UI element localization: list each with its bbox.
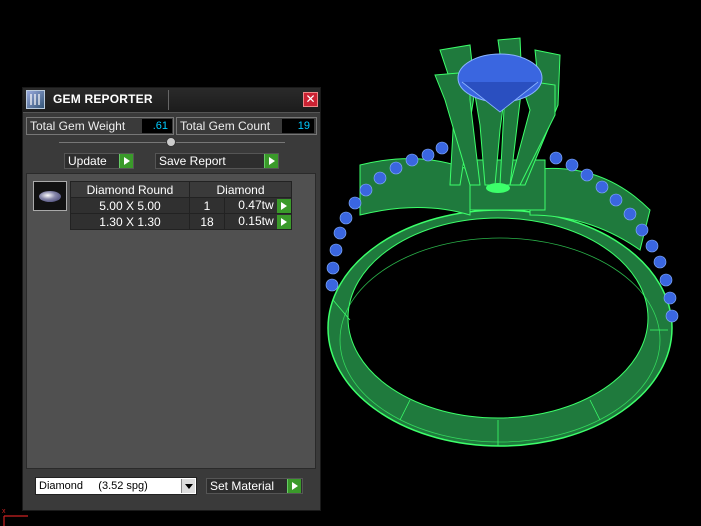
svg-text:x: x — [2, 508, 6, 515]
ring-model — [325, 37, 679, 447]
row-size: 5.00 X 5.00 — [70, 197, 190, 214]
row-size: 1.30 X 1.30 — [70, 213, 190, 230]
row-weight-value: 0.47tw — [238, 198, 274, 213]
arrow-right-icon[interactable] — [277, 214, 291, 229]
row-weight: 0.47tw — [224, 197, 292, 214]
table-header-row: Diamond Round Diamond — [70, 181, 292, 198]
save-report-button-label: Save Report — [159, 154, 226, 168]
header-material: Diamond — [189, 181, 292, 198]
material-select-value: Diamond (3.52 spg) — [39, 480, 148, 492]
table-row[interactable]: 5.00 X 5.00 1 0.47tw — [70, 197, 292, 214]
arrow-right-icon — [287, 479, 301, 493]
title-divider — [168, 90, 169, 110]
row-count: 18 — [189, 213, 225, 230]
gem-table: Diamond Round Diamond 5.00 X 5.00 1 0.47… — [70, 181, 292, 230]
gem-list[interactable]: Diamond Round Diamond 5.00 X 5.00 1 0.47… — [26, 173, 316, 469]
arrow-right-icon[interactable] — [277, 198, 291, 213]
dropdown-arrow-icon[interactable] — [181, 479, 195, 493]
arrow-right-icon — [264, 154, 278, 168]
gem-thumbnail[interactable] — [33, 181, 67, 211]
total-gem-weight: Total Gem Weight .61 — [26, 117, 174, 135]
window-title: GEM REPORTER — [53, 92, 153, 106]
slider-knob[interactable] — [166, 137, 176, 147]
update-button[interactable]: Update — [64, 153, 134, 169]
set-material-button[interactable]: Set Material — [206, 478, 303, 494]
diamond-round-icon — [39, 191, 61, 202]
arrow-right-icon — [119, 154, 133, 168]
save-report-button[interactable]: Save Report — [155, 153, 279, 169]
total-gem-count: Total Gem Count 19 — [176, 117, 317, 135]
table-row[interactable]: 1.30 X 1.30 18 0.15tw — [70, 213, 292, 230]
total-gem-weight-label: Total Gem Weight — [30, 119, 126, 133]
total-gem-count-value: 19 — [282, 119, 314, 133]
header-shape: Diamond Round — [70, 181, 190, 198]
row-weight: 0.15tw — [224, 213, 292, 230]
total-gem-weight-value: .61 — [142, 119, 172, 133]
set-material-button-label: Set Material — [210, 479, 275, 493]
title-bar[interactable]: GEM REPORTER ✕ — [23, 88, 320, 113]
close-icon[interactable]: ✕ — [303, 92, 318, 107]
row-weight-value: 0.15tw — [238, 214, 274, 229]
gem-reporter-icon — [26, 90, 45, 109]
update-button-label: Update — [68, 154, 107, 168]
total-gem-count-label: Total Gem Count — [180, 119, 271, 133]
gem-reporter-panel: GEM REPORTER ✕ Total Gem Weight .61 Tota… — [22, 87, 321, 511]
row-count: 1 — [189, 197, 225, 214]
material-select[interactable]: Diamond (3.52 spg) — [35, 477, 197, 495]
